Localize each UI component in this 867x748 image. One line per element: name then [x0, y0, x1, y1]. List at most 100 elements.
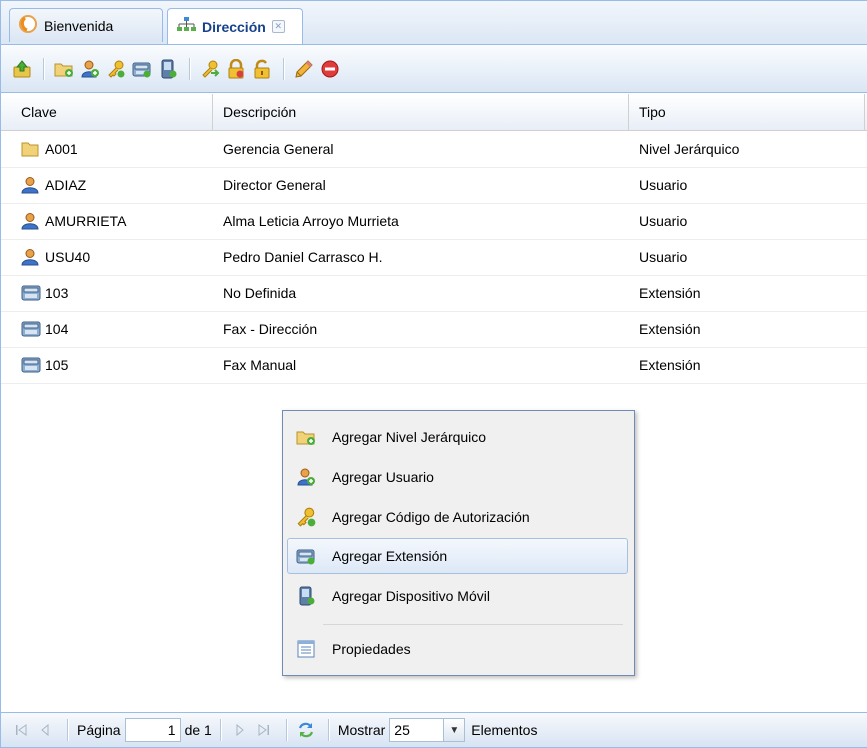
column-header-tipo[interactable]: Tipo	[629, 94, 865, 130]
chevron-down-icon[interactable]: ▼	[443, 718, 466, 742]
table-row[interactable]: 104 Fax - Dirección Extensión	[1, 311, 867, 348]
toolbar	[1, 45, 867, 93]
context-menu: Agregar Nivel Jerárquico Agregar Usuario…	[282, 410, 635, 676]
paging-separator	[327, 719, 330, 741]
last-page-icon[interactable]	[254, 720, 274, 740]
table-row[interactable]: 105 Fax Manual Extensión	[1, 347, 867, 384]
menu-item-properties[interactable]: Propiedades	[287, 631, 628, 667]
properties-icon	[294, 637, 318, 661]
menu-item-label: Agregar Nivel Jerárquico	[332, 429, 487, 445]
add-user-icon[interactable]	[79, 58, 101, 80]
cell-clave: AMURRIETA	[11, 203, 211, 239]
cell-clave: ADIAZ	[11, 167, 211, 203]
clave-value: 103	[45, 285, 69, 301]
clave-value: AMURRIETA	[45, 213, 127, 229]
cell-clave: 104	[11, 311, 211, 347]
cell-clave: 105	[11, 347, 211, 383]
cell-tipo: Usuario	[639, 177, 688, 193]
phone-icon	[21, 283, 41, 303]
toolbar-separator	[43, 57, 45, 80]
add-phone-icon	[294, 544, 318, 568]
menu-item-add-extension[interactable]: Agregar Extensión	[287, 538, 628, 574]
menu-separator	[323, 624, 623, 625]
column-header-clave[interactable]: Clave	[11, 94, 213, 130]
add-phone-icon[interactable]	[131, 58, 153, 80]
first-page-icon[interactable]	[11, 720, 31, 740]
close-icon[interactable]: ✕	[271, 20, 285, 33]
page-label: Página	[77, 722, 121, 738]
cell-clave: USU40	[11, 239, 211, 275]
edit-pencil-icon[interactable]	[293, 58, 315, 80]
show-label: Mostrar	[337, 722, 386, 738]
folder-icon	[21, 139, 41, 159]
page-number-input[interactable]	[124, 718, 181, 742]
cell-descripcion: Gerencia General	[223, 141, 334, 157]
clave-value: USU40	[45, 249, 91, 265]
user-icon	[21, 175, 41, 195]
add-key-icon	[294, 505, 318, 529]
add-mobile-icon[interactable]	[157, 58, 179, 80]
paging-separator	[67, 719, 69, 741]
paging-separator	[285, 719, 288, 741]
add-mobile-icon	[294, 584, 318, 608]
elements-label: Elementos	[471, 722, 538, 738]
prev-page-icon[interactable]	[35, 720, 55, 740]
tab-label: Bienvenida	[44, 17, 114, 34]
add-folder-icon[interactable]	[53, 58, 75, 80]
menu-item-add-mobile[interactable]: Agregar Dispositivo Móvil	[287, 578, 628, 614]
next-page-icon[interactable]	[230, 720, 250, 740]
tab-bar: Bienvenida Dirección ✕	[1, 1, 867, 45]
welcome-icon	[18, 14, 38, 37]
cell-tipo: Usuario	[639, 213, 688, 229]
tab-bienvenida[interactable]: Bienvenida	[9, 8, 163, 42]
add-key-icon[interactable]	[105, 58, 127, 80]
menu-item-label: Agregar Dispositivo Móvil	[332, 588, 490, 604]
cell-descripcion: Director General	[223, 177, 326, 193]
page-size-input[interactable]	[389, 718, 444, 742]
cell-descripcion: No Definida	[223, 285, 297, 301]
menu-item-add-auth-code[interactable]: Agregar Código de Autorización	[287, 499, 628, 535]
tab-direccion[interactable]: Dirección ✕	[167, 8, 303, 44]
table-row[interactable]: ADIAZ Director General Usuario	[1, 167, 867, 204]
phone-icon	[21, 355, 41, 375]
add-user-icon	[294, 465, 318, 489]
paging-separator	[219, 719, 222, 741]
tab-label: Dirección	[202, 18, 266, 35]
page-count-label: de 1	[184, 722, 212, 738]
user-icon	[21, 247, 41, 267]
table-row[interactable]: A001 Gerencia General Nivel Jerárquico	[1, 131, 867, 168]
cell-clave: A001	[11, 131, 211, 167]
refresh-icon[interactable]	[296, 720, 316, 740]
cell-descripcion: Fax - Dirección	[223, 321, 318, 337]
add-folder-icon	[294, 425, 318, 449]
cell-tipo: Extensión	[639, 321, 701, 337]
clave-value: 104	[45, 321, 69, 337]
cell-clave: 103	[11, 275, 211, 311]
delete-icon[interactable]	[319, 58, 341, 80]
paging-toolbar: Página de 1 Mostrar ▼ Elementos	[1, 712, 867, 747]
table-row[interactable]: AMURRIETA Alma Leticia Arroyo Murrieta Usu…	[1, 203, 867, 240]
menu-item-label: Agregar Extensión	[332, 548, 448, 564]
menu-item-add-user[interactable]: Agregar Usuario	[287, 459, 628, 495]
page-size-select[interactable]: ▼	[389, 718, 466, 742]
cell-descripcion: Pedro Daniel Carrasco H.	[223, 249, 383, 265]
menu-item-label: Agregar Código de Autorización	[332, 509, 530, 525]
cell-tipo: Nivel Jerárquico	[639, 141, 740, 157]
phone-icon	[21, 319, 41, 339]
table-row[interactable]: 103 No Definida Extensión	[1, 275, 867, 312]
move-key-icon[interactable]	[199, 58, 221, 80]
cell-tipo: Usuario	[639, 249, 688, 265]
cell-tipo: Extensión	[639, 357, 701, 373]
lock-icon[interactable]	[225, 58, 247, 80]
table-row[interactable]: USU40 Pedro Daniel Carrasco H. Usuario	[1, 239, 867, 276]
cell-descripcion: Alma Leticia Arroyo Murrieta	[223, 213, 399, 229]
toolbar-separator	[283, 57, 285, 80]
up-level-icon[interactable]	[11, 58, 33, 80]
column-header-descripcion[interactable]: Descripción	[213, 94, 629, 130]
grid-header: Clave Descripción Tipo	[1, 94, 867, 131]
unlock-icon[interactable]	[251, 58, 273, 80]
user-icon	[21, 211, 41, 231]
clave-value: A001	[45, 141, 78, 157]
menu-item-add-level[interactable]: Agregar Nivel Jerárquico	[287, 419, 628, 455]
cell-descripcion: Fax Manual	[223, 357, 297, 373]
